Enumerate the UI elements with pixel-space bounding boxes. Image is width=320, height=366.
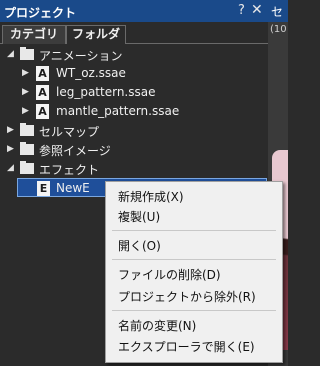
menu-separator bbox=[112, 230, 276, 231]
menu-item-open-in-explorer[interactable]: エクスプローラで開く(E) bbox=[118, 338, 255, 355]
panel-titlebar: プロジェクト ? ✕ bbox=[0, 0, 268, 22]
tree-item-effects[interactable]: ◢ エフェクト bbox=[0, 159, 268, 178]
context-menu: 新規作成(X) 複製(U) 開く(O) ファイルの削除(D) プロジェクトから除… bbox=[105, 181, 283, 363]
menu-item-rename[interactable]: 名前の変更(N) bbox=[118, 317, 196, 334]
tree-item-label: leg_pattern.ssae bbox=[56, 85, 156, 99]
expanded-arrow-icon[interactable]: ◢ bbox=[7, 49, 14, 59]
folder-icon bbox=[20, 161, 34, 174]
tree-item-label: エフェクト bbox=[39, 163, 100, 177]
help-icon[interactable]: ? bbox=[238, 3, 245, 18]
tree-item-label: セルマップ bbox=[39, 125, 100, 139]
collapsed-arrow-icon[interactable]: ▶ bbox=[22, 106, 29, 116]
tree-item-mantle-pattern[interactable]: ▶ A mantle_pattern.ssae bbox=[0, 102, 268, 121]
collapsed-arrow-icon[interactable]: ▶ bbox=[7, 144, 14, 154]
folder-icon bbox=[20, 142, 34, 155]
expanded-arrow-icon[interactable]: ◢ bbox=[7, 163, 14, 173]
tree-item-reference-images[interactable]: ▶ 参照イメージ bbox=[0, 140, 268, 159]
animation-file-icon: A bbox=[36, 66, 49, 81]
tab-folder[interactable]: フォルダ bbox=[66, 25, 126, 44]
panel-title: プロジェクト bbox=[4, 6, 77, 20]
menu-item-open[interactable]: 開く(O) bbox=[118, 237, 161, 254]
close-icon[interactable]: ✕ bbox=[251, 2, 263, 18]
menu-separator bbox=[112, 259, 276, 260]
animation-file-icon: A bbox=[36, 104, 49, 119]
menu-separator bbox=[112, 310, 276, 311]
collapsed-arrow-icon[interactable]: ▶ bbox=[7, 125, 14, 135]
menu-item-delete-file[interactable]: ファイルの削除(D) bbox=[118, 266, 221, 283]
tree-item-label: WT_oz.ssae bbox=[56, 66, 126, 80]
tree-item-label: mantle_pattern.ssae bbox=[56, 104, 180, 118]
collapsed-arrow-icon[interactable]: ▶ bbox=[22, 87, 29, 97]
tree-item-label: NewE bbox=[56, 181, 90, 195]
folder-icon bbox=[20, 123, 34, 136]
right-pane-subtitle: (10 bbox=[270, 24, 287, 35]
tab-strip: カテゴリ フォルダ bbox=[0, 22, 268, 44]
tree-item-animation[interactable]: ◢ アニメーション bbox=[0, 45, 268, 64]
tree-item-wt-oz[interactable]: ▶ A WT_oz.ssae bbox=[0, 64, 268, 83]
tab-category[interactable]: カテゴリ bbox=[2, 25, 66, 44]
collapsed-arrow-icon[interactable]: ▶ bbox=[22, 68, 29, 78]
animation-file-icon: A bbox=[36, 85, 49, 100]
menu-item-remove-from-project[interactable]: プロジェクトから除外(R) bbox=[118, 288, 256, 305]
tree-item-leg-pattern[interactable]: ▶ A leg_pattern.ssae bbox=[0, 83, 268, 102]
tree-item-label: 参照イメージ bbox=[39, 144, 111, 158]
effect-file-icon: E bbox=[37, 181, 50, 196]
menu-item-new[interactable]: 新規作成(X) bbox=[118, 188, 184, 205]
menu-item-duplicate[interactable]: 複製(U) bbox=[118, 208, 160, 225]
tree-item-label: アニメーション bbox=[39, 49, 123, 63]
folder-icon bbox=[20, 47, 34, 60]
right-pane-header: セ bbox=[268, 0, 288, 22]
tree-item-cellmap[interactable]: ▶ セルマップ bbox=[0, 121, 268, 140]
right-pane-title: セ bbox=[271, 5, 284, 19]
